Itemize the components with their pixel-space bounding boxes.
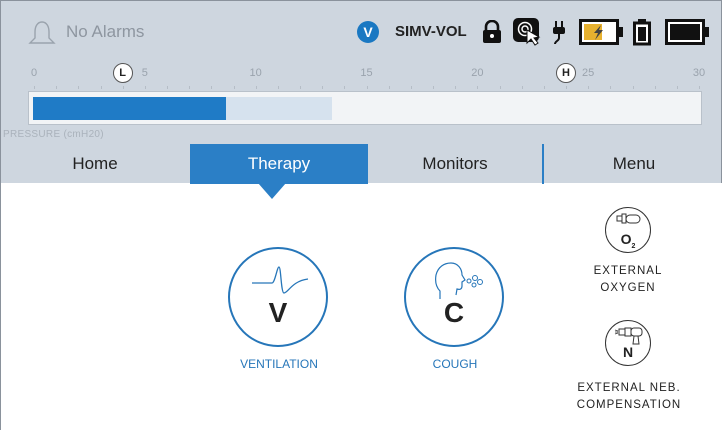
- scale-tick-label: 15: [360, 67, 373, 79]
- external-neb-caption: EXTERNAL NEB. COMPENSATION: [576, 382, 682, 411]
- scale-tick: [233, 86, 235, 89]
- external-neb-button[interactable]: N: [605, 320, 651, 366]
- oxygen-cylinder-icon: [616, 213, 641, 224]
- scale-tick: [56, 86, 58, 89]
- cough-caption: COUGH: [432, 357, 478, 371]
- scale-tick: [588, 86, 590, 89]
- scale-tick: [211, 86, 213, 89]
- therapy-panel: V VENTILATION C COUGH O2 EXTERNAL OXYGEN: [0, 183, 724, 430]
- scale-tick: [654, 86, 656, 89]
- scale-tick-label: 5: [141, 67, 148, 79]
- scale-tick: [100, 86, 102, 89]
- scale-tick-label: 20: [471, 67, 484, 79]
- low-limit-marker[interactable]: L: [112, 63, 133, 83]
- scale-tick: [78, 86, 80, 89]
- pressure-bar: [28, 91, 702, 125]
- scale-tick: [477, 86, 479, 89]
- scale-tick: [676, 86, 678, 89]
- high-limit-marker[interactable]: H: [556, 63, 576, 83]
- pressure-bar-fill: [33, 97, 226, 120]
- scale-tick: [34, 86, 35, 89]
- status-header: No Alarms V SIMV-VOL 0 5 10 15 20 25 30 …: [0, 0, 722, 184]
- bell-icon[interactable]: [27, 20, 57, 46]
- scale-tick: [366, 86, 368, 89]
- external-oxygen-caption: EXTERNAL OXYGEN: [593, 265, 663, 294]
- scale-tick: [388, 86, 390, 89]
- neb-letter: N: [622, 344, 634, 360]
- scale-tick: [122, 86, 124, 89]
- ac-plug-icon: [553, 21, 565, 44]
- tab-monitors[interactable]: Monitors: [368, 144, 542, 184]
- oxygen-letter: O2: [620, 231, 636, 250]
- scale-tick: [610, 86, 612, 89]
- ventilation-letter: V: [268, 297, 288, 328]
- scale-tick: [300, 86, 301, 89]
- scale-tick: [433, 86, 434, 89]
- ventilation-waveform-icon: [252, 266, 309, 294]
- main-tabs: Home Therapy Monitors Menu: [1, 144, 721, 184]
- scale-tick: [543, 86, 545, 89]
- scale-tick: [410, 86, 412, 89]
- touch-lock-icon[interactable]: [512, 17, 542, 47]
- pressure-bar-range: [225, 97, 332, 120]
- cough-button[interactable]: C: [404, 247, 504, 347]
- scale-tick-label: 0: [30, 67, 38, 79]
- status-row: No Alarms V SIMV-VOL: [1, 1, 721, 53]
- pressure-scale: 0 5 10 15 20 25 30 L H: [1, 61, 721, 89]
- tab-menu[interactable]: Menu: [544, 144, 724, 184]
- cough-head-icon: [435, 262, 483, 299]
- tab-divider: [542, 144, 544, 184]
- lock-icon[interactable]: [481, 20, 503, 44]
- tab-therapy[interactable]: Therapy: [190, 144, 368, 184]
- external-oxygen-button[interactable]: O2: [605, 207, 651, 253]
- scale-tick: [699, 86, 700, 89]
- battery-full-icon: [665, 19, 709, 45]
- nebulizer-icon: [614, 327, 643, 345]
- scale-tick: [322, 86, 324, 89]
- scale-tick: [566, 86, 567, 89]
- scale-tick: [455, 86, 457, 89]
- scale-tick: [344, 86, 346, 89]
- scale-tick: [499, 86, 501, 89]
- scale-tick-label: 25: [582, 67, 595, 79]
- ventilation-mode-text: SIMV-VOL: [395, 23, 467, 40]
- scale-tick: [632, 86, 634, 89]
- scale-tick: [277, 86, 279, 89]
- cough-letter: C: [443, 297, 465, 328]
- alarm-status-text: No Alarms: [66, 22, 145, 41]
- scale-tick-label: 10: [249, 67, 262, 79]
- scale-tick: [144, 86, 146, 89]
- tab-home[interactable]: Home: [1, 144, 189, 184]
- scale-tick: [189, 86, 191, 89]
- charging-battery-icon: [579, 19, 623, 45]
- ventilation-caption: VENTILATION: [240, 357, 318, 371]
- ventilation-button[interactable]: V: [228, 247, 328, 347]
- scale-tick-label: 30: [692, 67, 706, 79]
- mode-badge: V: [357, 21, 379, 43]
- scale-tick: [521, 86, 523, 89]
- pressure-label: PRESSURE (cmH20): [3, 129, 104, 140]
- internal-battery-icon: [633, 19, 651, 46]
- scale-tick: [255, 86, 257, 89]
- scale-tick: [167, 86, 168, 89]
